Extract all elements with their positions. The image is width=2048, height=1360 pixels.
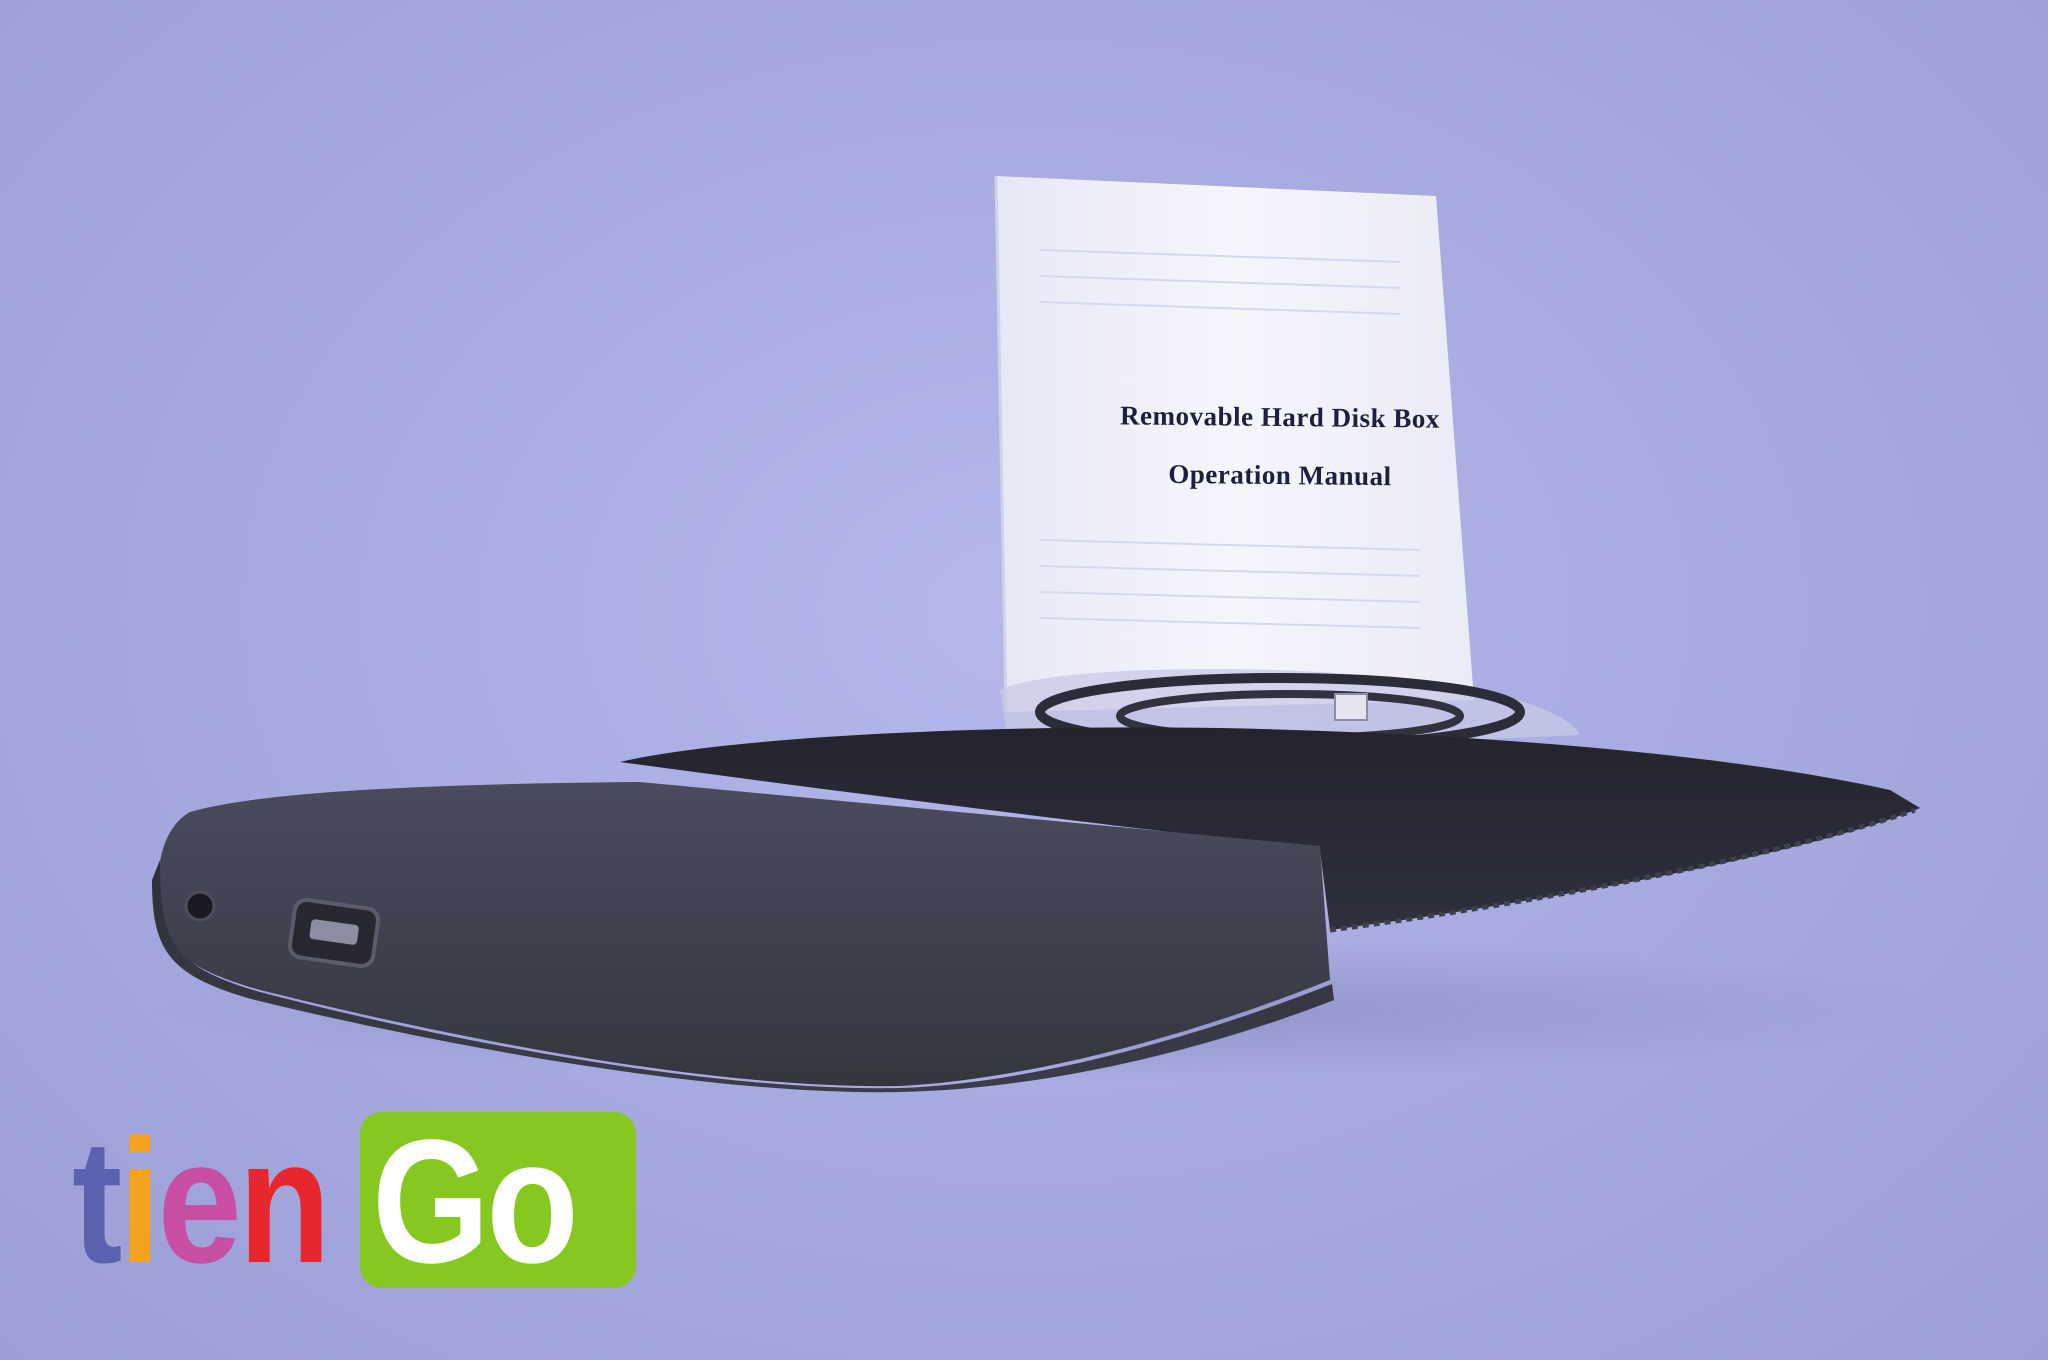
- tiengo-logo: tien Go: [72, 1104, 636, 1300]
- logo-letter-t: t: [72, 1104, 122, 1300]
- logo-letter-e: e: [157, 1104, 242, 1300]
- logo-tien: tien: [72, 1104, 331, 1300]
- manual-title-line-2: Operation Manual: [1168, 458, 1392, 492]
- led-port: [184, 890, 216, 922]
- logo-letter-n: n: [238, 1104, 330, 1300]
- usb-connector: [1334, 693, 1368, 721]
- manual-title-line-1: Removable Hard Disk Box: [1119, 400, 1441, 434]
- logo-letter-i: i: [118, 1104, 161, 1300]
- logo-go: Go: [372, 1104, 579, 1300]
